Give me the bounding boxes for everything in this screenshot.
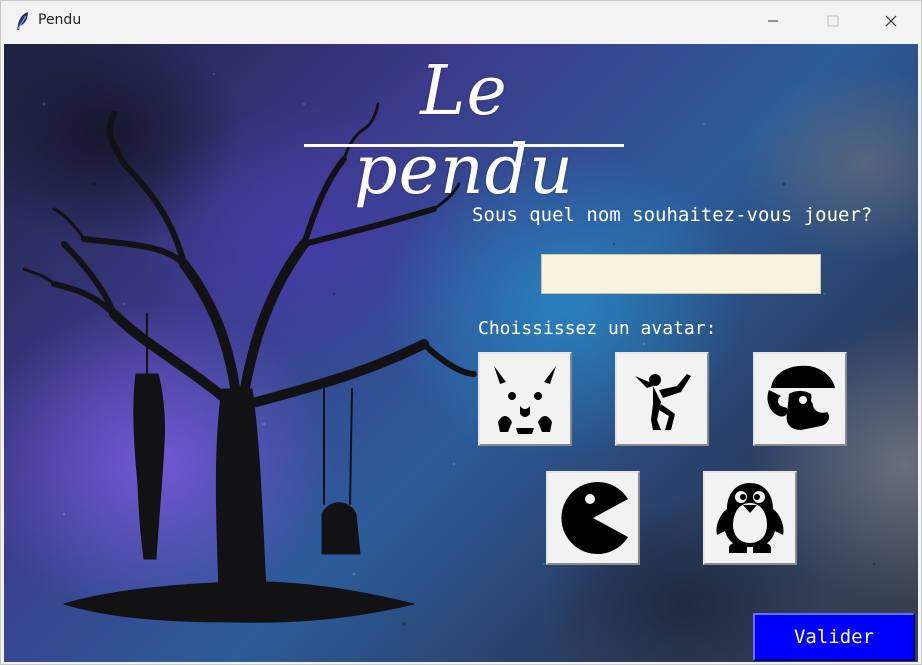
avatar-button-penguin[interactable]	[703, 471, 797, 565]
avatar-button-mario[interactable]	[753, 352, 847, 446]
feather-icon	[15, 11, 31, 31]
avatar-button-pikachu[interactable]	[478, 352, 572, 446]
submit-button[interactable]: Valider	[753, 613, 915, 661]
pikachu-avatar-icon	[494, 366, 556, 434]
maximize-button[interactable]	[810, 1, 856, 41]
game-title: Le pendu	[354, 52, 574, 210]
name-prompt-label: Sous quel nom souhaitez-vous jouer?	[472, 204, 873, 226]
maximize-icon	[827, 15, 839, 27]
pacman-avatar-icon	[561, 482, 628, 554]
avatar-button-pacman[interactable]	[546, 471, 640, 565]
game-canvas: Le pendu Sous quel nom souhaitez-vous jo…	[4, 44, 918, 662]
close-button[interactable]	[868, 1, 914, 41]
minimize-icon	[768, 20, 778, 22]
mario-avatar-icon	[767, 365, 835, 430]
minimize-button[interactable]	[750, 1, 796, 41]
avatar-prompt-label: Choississez un avatar:	[478, 318, 717, 339]
kung-fu-fighter-avatar-icon	[635, 374, 691, 430]
player-name-input[interactable]	[541, 254, 821, 294]
title-underline	[304, 144, 624, 147]
close-icon	[885, 15, 897, 27]
app-window: Pendu Le pendu Sous quel nom souhaitez-v…	[0, 0, 922, 665]
window-title: Pendu	[38, 12, 82, 28]
avatar-button-fighter[interactable]	[615, 352, 709, 446]
title-bar[interactable]: Pendu	[1, 1, 921, 41]
penguin-avatar-icon	[716, 483, 784, 553]
